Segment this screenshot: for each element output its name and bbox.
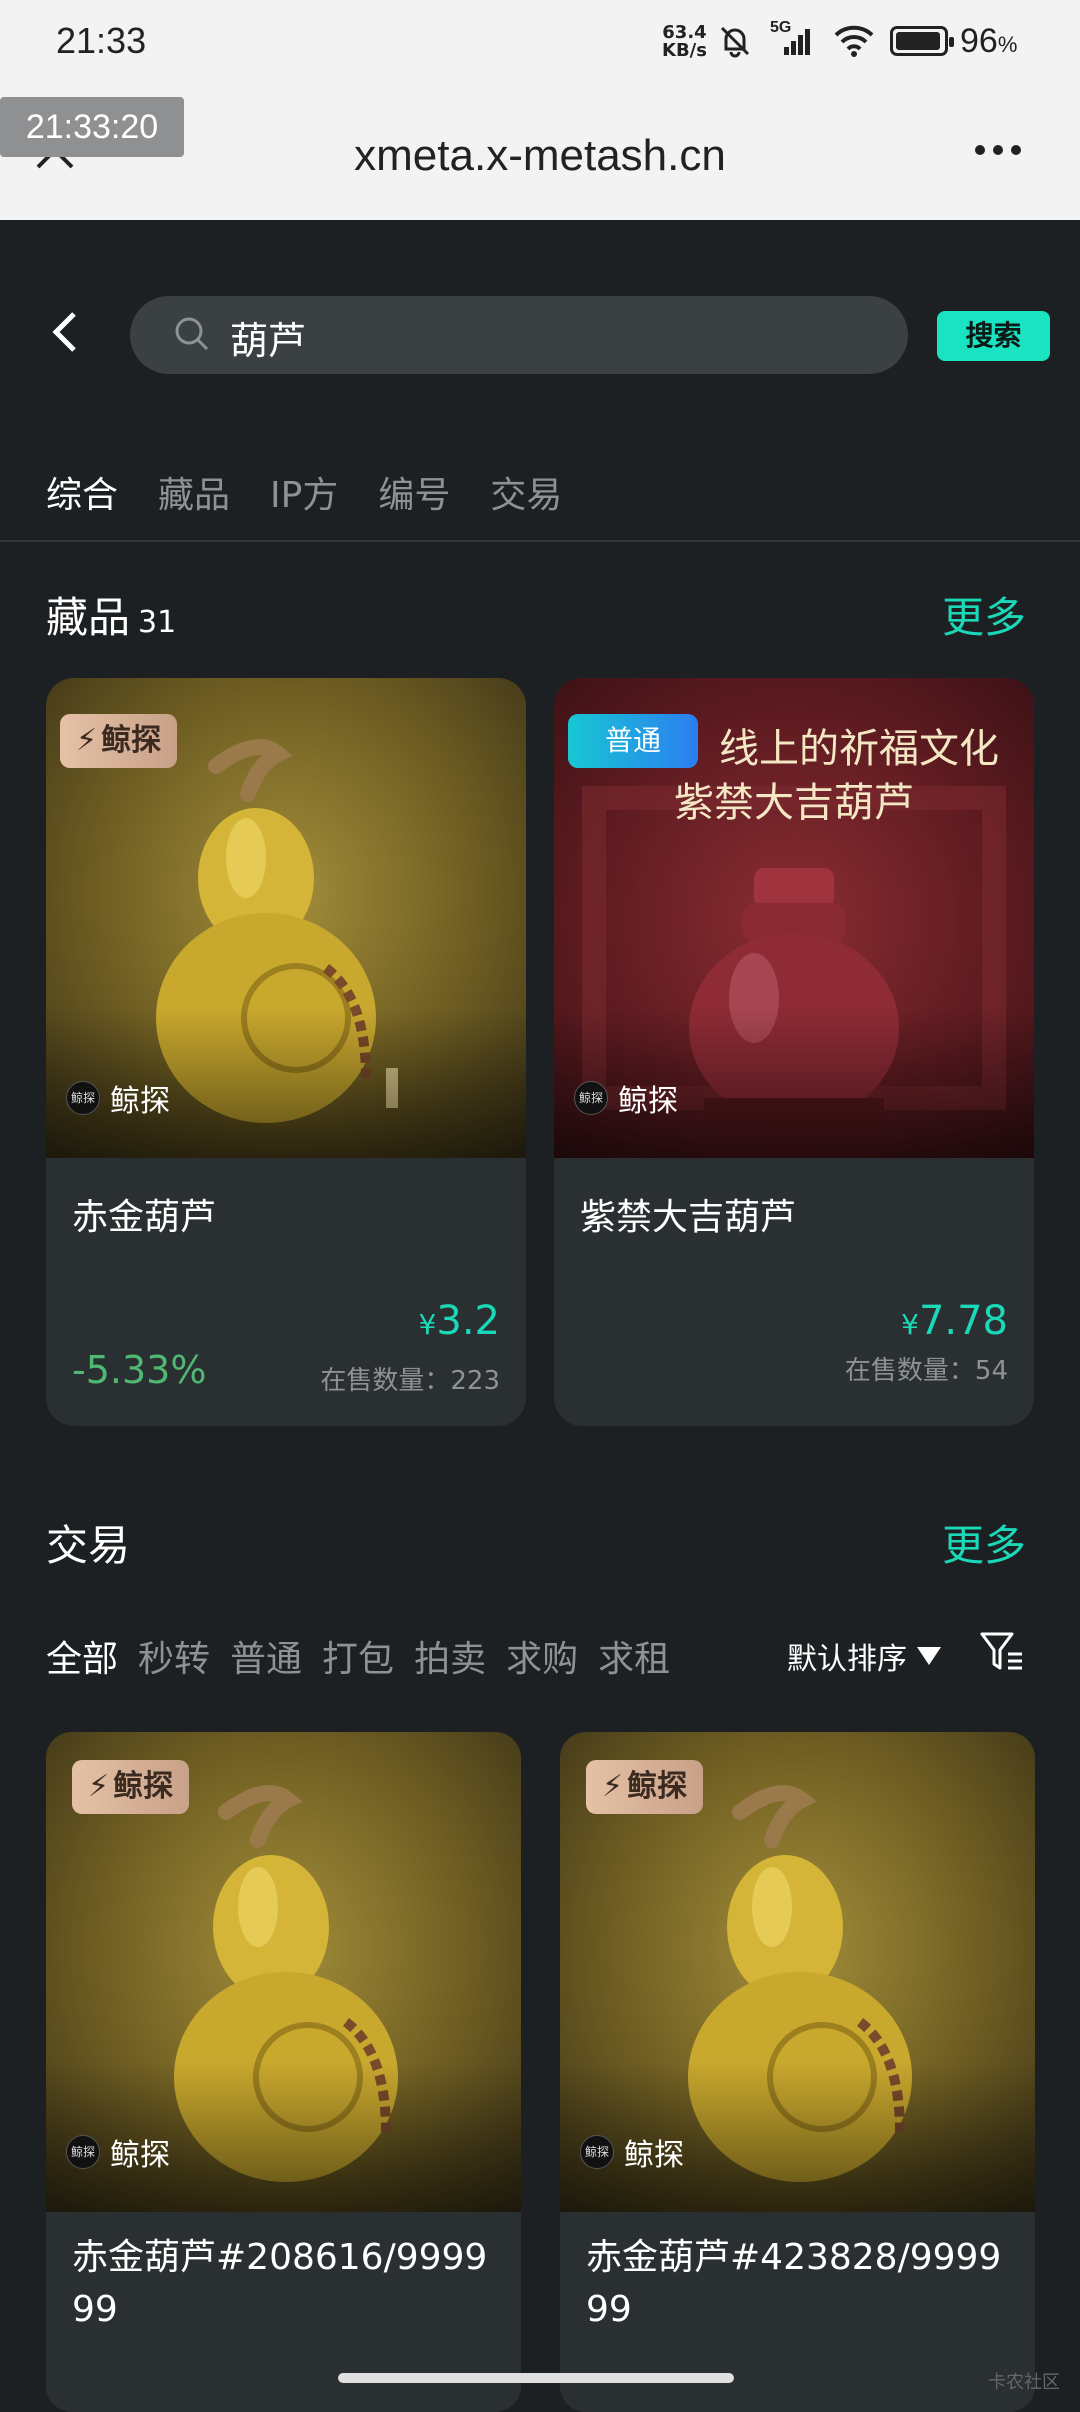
brand-badge-label: 鲸探 <box>101 723 162 758</box>
owner-info: 鲸探 鲸探 <box>66 2130 170 2174</box>
search-button[interactable]: 搜索 <box>937 311 1050 361</box>
trade-image: ⚡ 鲸探 鲸探 鲸探 <box>46 1732 521 2212</box>
watermark: 卡农社区 <box>988 2372 1060 2393</box>
collection-image: 线上的祈福文化 紫禁大吉葫芦 普通 鲸探 鲸探 <box>554 678 1034 1158</box>
type-badge: 普通 <box>568 714 698 768</box>
search-icon <box>175 317 209 351</box>
trade-card[interactable]: ⚡ 鲸探 鲸探 鲸探 赤金葫芦#208616/999999 <box>46 1732 521 2412</box>
collections-title: 藏品 31 <box>46 584 176 645</box>
trade-image: ⚡ 鲸探 鲸探 鲸探 <box>560 1732 1035 2212</box>
owner-info: 鲸探 鲸探 <box>580 2130 684 2174</box>
status-icons: 5G <box>718 19 874 58</box>
tab-collections[interactable]: 藏品 <box>158 466 230 518</box>
home-indicator[interactable] <box>338 2373 734 2383</box>
brand-badge-label: 鲸探 <box>627 1769 688 1804</box>
owner-name: 鲸探 <box>110 1084 170 1119</box>
battery-value: 96 <box>960 22 998 60</box>
search-query: 葫芦 <box>230 319 307 363</box>
filter-instant[interactable]: 秒转 <box>138 1630 210 1682</box>
brand-badge: ⚡ 鲸探 <box>60 714 178 768</box>
price-value: 3.2 <box>436 1298 500 1344</box>
price-value: 7.78 <box>918 1298 1008 1344</box>
collections-title-text: 藏品 <box>46 593 131 642</box>
category-tabs: 综合 藏品 IP方 编号 交易 <box>46 466 562 518</box>
more-menu-icon[interactable] <box>975 145 1021 155</box>
signal-icon: 5G <box>770 19 816 57</box>
back-arrow-icon[interactable] <box>50 310 80 354</box>
currency-symbol: ¥ <box>418 1308 437 1341</box>
avatar: 鲸探 <box>66 1081 100 1115</box>
bolt-icon: ⚡ <box>88 1769 110 1804</box>
owner-name: 鲸探 <box>618 1084 678 1119</box>
stock-count: 在售数量：223 <box>320 1366 500 1396</box>
wifi-icon <box>834 25 874 57</box>
network-speed: 63.4 KB/s <box>662 24 707 60</box>
tab-trade[interactable]: 交易 <box>490 466 562 518</box>
brand-badge-label: 鲸探 <box>113 1769 174 1804</box>
clock: 21:33 <box>56 20 147 61</box>
network-speed-unit: KB/s <box>662 40 707 61</box>
caret-down-icon <box>917 1647 941 1665</box>
collection-name: 赤金葫芦 <box>72 1197 217 1238</box>
trades-more-link[interactable]: 更多 <box>942 1512 1026 1573</box>
filter-rent[interactable]: 求租 <box>598 1630 670 1682</box>
avatar: 鲸探 <box>574 1081 608 1115</box>
trade-filter-tabs: 全部 秒转 普通 打包 拍卖 求购 求租 <box>46 1630 670 1682</box>
owner-name: 鲸探 <box>624 2138 684 2173</box>
search-input[interactable]: 葫芦 <box>130 296 908 374</box>
sort-label: 默认排序 <box>787 1642 907 1677</box>
filter-normal[interactable]: 普通 <box>230 1630 302 1682</box>
image-caption-line2: 紫禁大吉葫芦 <box>674 780 914 826</box>
collections-more-link[interactable]: 更多 <box>942 584 1026 645</box>
tabs-divider <box>0 540 1080 542</box>
battery-percent: 96% <box>960 22 1017 61</box>
collection-name: 紫禁大吉葫芦 <box>580 1197 797 1238</box>
filter-auction[interactable]: 拍卖 <box>414 1630 486 1682</box>
price-change: -5.33% <box>72 1348 207 1392</box>
bolt-icon: ⚡ <box>602 1769 624 1804</box>
brand-badge: ⚡ 鲸探 <box>586 1760 704 1814</box>
battery-icon <box>890 26 954 56</box>
collection-price: ¥7.78 <box>901 1298 1008 1344</box>
trade-card[interactable]: ⚡ 鲸探 鲸探 鲸探 赤金葫芦#423828/999999 <box>560 1732 1035 2412</box>
filter-wanted[interactable]: 求购 <box>506 1630 578 1682</box>
trades-title: 交易 <box>46 1521 131 1570</box>
currency-symbol: ¥ <box>901 1308 919 1341</box>
collection-card[interactable]: 线上的祈福文化 紫禁大吉葫芦 普通 鲸探 鲸探 紫禁大吉葫芦 ¥7.78 在售数量… <box>554 678 1034 1426</box>
brand-badge: ⚡ 鲸探 <box>72 1760 190 1814</box>
tab-number[interactable]: 编号 <box>378 466 450 518</box>
filter-icon[interactable] <box>978 1628 1026 1676</box>
owner-info: 鲸探 鲸探 <box>574 1076 678 1120</box>
avatar: 鲸探 <box>580 2135 614 2169</box>
sort-dropdown[interactable]: 默认排序 <box>787 1634 941 1678</box>
avatar: 鲸探 <box>66 2135 100 2169</box>
tab-ip[interactable]: IP方 <box>270 466 338 518</box>
mute-bell-icon <box>720 26 750 58</box>
owner-name: 鲸探 <box>110 2138 170 2173</box>
trade-name: 赤金葫芦#423828/999999 <box>586 2237 1002 2330</box>
tab-overview[interactable]: 综合 <box>46 466 118 518</box>
trade-name: 赤金葫芦#208616/999999 <box>72 2237 488 2330</box>
filter-all[interactable]: 全部 <box>46 1630 118 1682</box>
signal-label: 5G <box>770 19 792 36</box>
collection-image: ⚡ 鲸探 鲸探 鲸探 <box>46 678 526 1158</box>
collection-price: ¥3.2 <box>419 1298 500 1344</box>
status-bar: 21:33 63.4 KB/s 5G 96% <box>0 0 1080 95</box>
collection-card[interactable]: ⚡ 鲸探 鲸探 鲸探 赤金葫芦 ¥3.2 -5.33% 在售数量：223 <box>46 678 526 1426</box>
bolt-icon: ⚡ <box>76 723 98 758</box>
screenshot-timestamp: 21:33:20 <box>0 97 184 157</box>
collections-count: 31 <box>138 605 177 640</box>
filter-bundle[interactable]: 打包 <box>322 1630 394 1682</box>
stock-count: 在售数量：54 <box>844 1356 1008 1386</box>
owner-info: 鲸探 鲸探 <box>66 1076 170 1120</box>
battery-unit: % <box>997 32 1018 57</box>
